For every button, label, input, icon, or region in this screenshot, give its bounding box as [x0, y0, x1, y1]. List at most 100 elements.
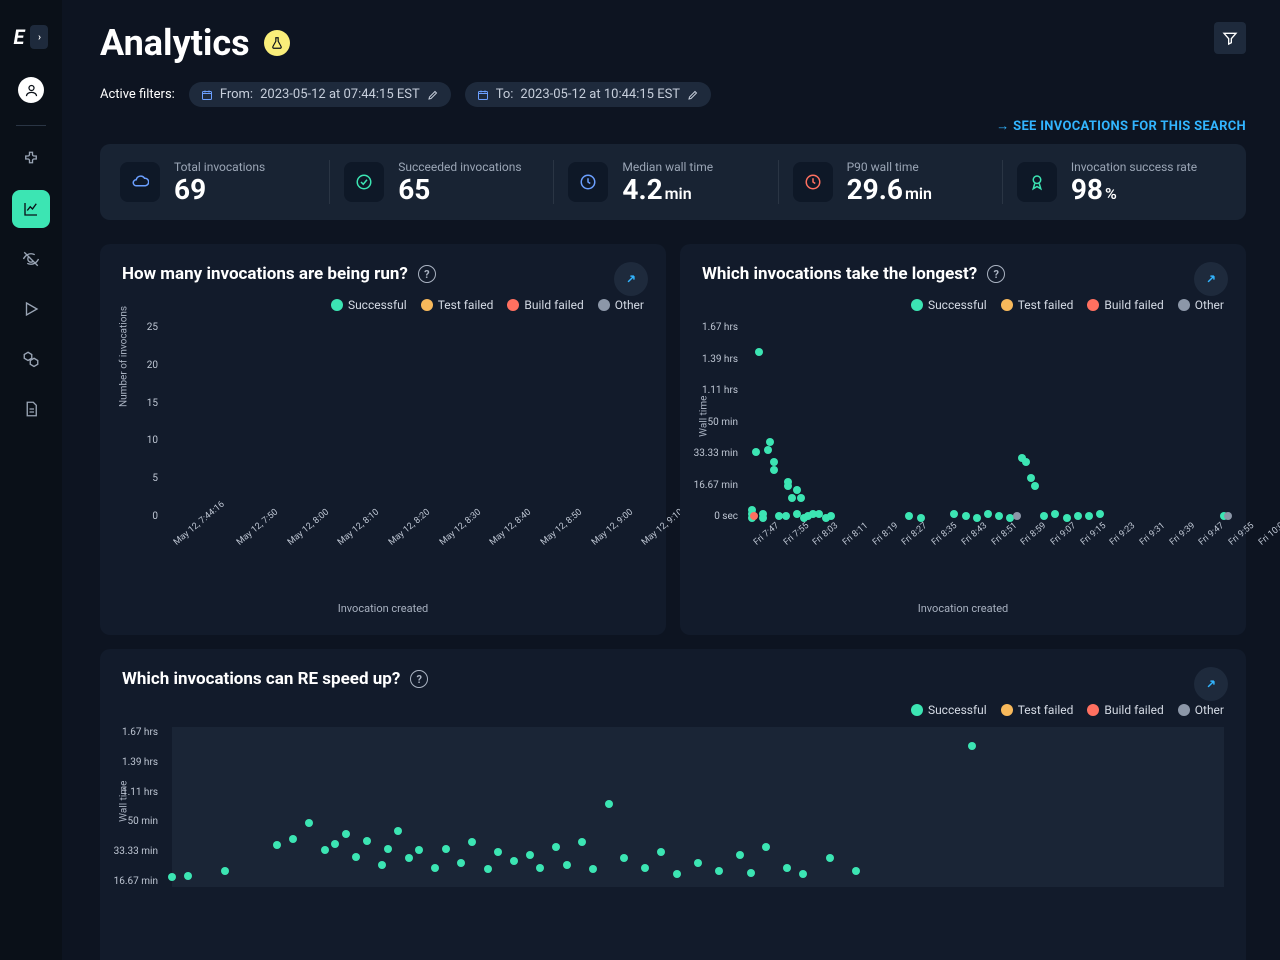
scatter-point[interactable] — [784, 482, 792, 490]
calendar-icon — [201, 89, 213, 101]
flask-icon — [264, 30, 290, 56]
scatter-point[interactable] — [1027, 474, 1035, 482]
scatter-point[interactable] — [321, 846, 329, 854]
scatter-point[interactable] — [766, 438, 774, 446]
scatter-point[interactable] — [1096, 510, 1104, 518]
scatter-point[interactable] — [552, 843, 560, 851]
scatter-point[interactable] — [962, 512, 970, 520]
scatter-point[interactable] — [1031, 482, 1039, 490]
calendar-icon — [477, 89, 489, 101]
scatter-point[interactable] — [468, 838, 476, 846]
nav-hidden-icon[interactable] — [12, 240, 50, 278]
scatter-point[interactable] — [1051, 510, 1059, 518]
filter-from[interactable]: From: 2023-05-12 at 07:44:15 EST — [189, 82, 451, 107]
scatter-point[interactable] — [750, 512, 758, 520]
help-icon[interactable]: ? — [410, 670, 428, 688]
scatter-point[interactable] — [494, 848, 502, 856]
scatter-point[interactable] — [378, 861, 386, 869]
scatter-point[interactable] — [605, 800, 613, 808]
scatter-point[interactable] — [995, 512, 1003, 520]
scatter-point[interactable] — [1074, 512, 1082, 520]
expand-button[interactable] — [614, 262, 648, 296]
scatter-point[interactable] — [905, 512, 913, 520]
filter-to[interactable]: To: 2023-05-12 at 10:44:15 EST — [465, 82, 711, 107]
scatter-point[interactable] — [578, 838, 586, 846]
logo[interactable]: E› — [14, 25, 49, 49]
scatter-point[interactable] — [799, 870, 807, 878]
scatter-point[interactable] — [973, 514, 981, 522]
scatter-point[interactable] — [736, 851, 744, 859]
nav-document-icon[interactable] — [12, 390, 50, 428]
scatter-point[interactable] — [747, 869, 755, 877]
scatter-point[interactable] — [305, 819, 313, 827]
scatter-point[interactable] — [826, 854, 834, 862]
scatter-point[interactable] — [384, 845, 392, 853]
scatter-point[interactable] — [342, 830, 350, 838]
scatter-point[interactable] — [788, 494, 796, 502]
scatter-point[interactable] — [1085, 512, 1093, 520]
scatter-point[interactable] — [589, 865, 597, 873]
pencil-icon[interactable] — [687, 89, 699, 101]
scatter-point[interactable] — [184, 872, 192, 880]
scatter-point[interactable] — [536, 864, 544, 872]
scatter-point[interactable] — [1013, 512, 1021, 520]
help-icon[interactable]: ? — [987, 265, 1005, 283]
scatter-point[interactable] — [273, 841, 281, 849]
scatter-point[interactable] — [168, 873, 176, 881]
avatar[interactable] — [18, 77, 44, 103]
x-axis-label: Invocation created — [702, 602, 1224, 615]
scatter-point[interactable] — [827, 512, 835, 520]
scatter-point[interactable] — [852, 867, 860, 875]
nav-boxes-icon[interactable] — [12, 340, 50, 378]
scatter-point[interactable] — [510, 857, 518, 865]
scatter-point[interactable] — [331, 840, 339, 848]
scatter-point[interactable] — [673, 870, 681, 878]
nav-play-icon[interactable] — [12, 290, 50, 328]
filter-button[interactable] — [1214, 22, 1246, 54]
scatter-point[interactable] — [431, 864, 439, 872]
scatter-point[interactable] — [563, 861, 571, 869]
scatter-point[interactable] — [797, 494, 805, 502]
scatter-point[interactable] — [1224, 512, 1232, 520]
scatter-point[interactable] — [221, 867, 229, 875]
scatter-point[interactable] — [752, 448, 760, 456]
expand-button[interactable] — [1194, 667, 1228, 701]
scatter-point[interactable] — [394, 827, 402, 835]
scatter-point[interactable] — [484, 865, 492, 873]
scatter-point[interactable] — [442, 845, 450, 853]
scatter-point[interactable] — [770, 466, 778, 474]
scatter-point[interactable] — [782, 512, 790, 520]
pencil-icon[interactable] — [427, 89, 439, 101]
scatter-point[interactable] — [694, 859, 702, 867]
scatter-point[interactable] — [352, 853, 360, 861]
scatter-point[interactable] — [759, 510, 767, 518]
scatter-point[interactable] — [1022, 458, 1030, 466]
scatter-point[interactable] — [457, 859, 465, 867]
legend-item: Build failed — [1087, 703, 1163, 717]
scatter-point[interactable] — [984, 510, 992, 518]
scatter-point[interactable] — [657, 848, 665, 856]
scatter-point[interactable] — [755, 348, 763, 356]
scatter-point[interactable] — [620, 854, 628, 862]
scatter-point[interactable] — [762, 843, 770, 851]
scatter-point[interactable] — [715, 867, 723, 875]
scatter-point[interactable] — [289, 835, 297, 843]
scatter-point[interactable] — [1040, 512, 1048, 520]
scatter-point[interactable] — [764, 446, 772, 454]
scatter-point[interactable] — [415, 846, 423, 854]
scatter-point[interactable] — [968, 742, 976, 750]
nav-plugin-icon[interactable] — [12, 140, 50, 178]
scatter-point[interactable] — [405, 854, 413, 862]
nav-analytics-icon[interactable] — [12, 190, 50, 228]
scatter-point[interactable] — [793, 486, 801, 494]
scatter-point[interactable] — [363, 837, 371, 845]
scatter-point[interactable] — [950, 510, 958, 518]
scatter-point[interactable] — [641, 864, 649, 872]
scatter-point[interactable] — [1063, 514, 1071, 522]
see-invocations-link[interactable]: SEE INVOCATIONS FOR THIS SEARCH — [996, 119, 1246, 134]
scatter-point[interactable] — [783, 864, 791, 872]
expand-button[interactable] — [1194, 262, 1228, 296]
scatter-point[interactable] — [770, 458, 778, 466]
scatter-point[interactable] — [526, 851, 534, 859]
help-icon[interactable]: ? — [418, 265, 436, 283]
